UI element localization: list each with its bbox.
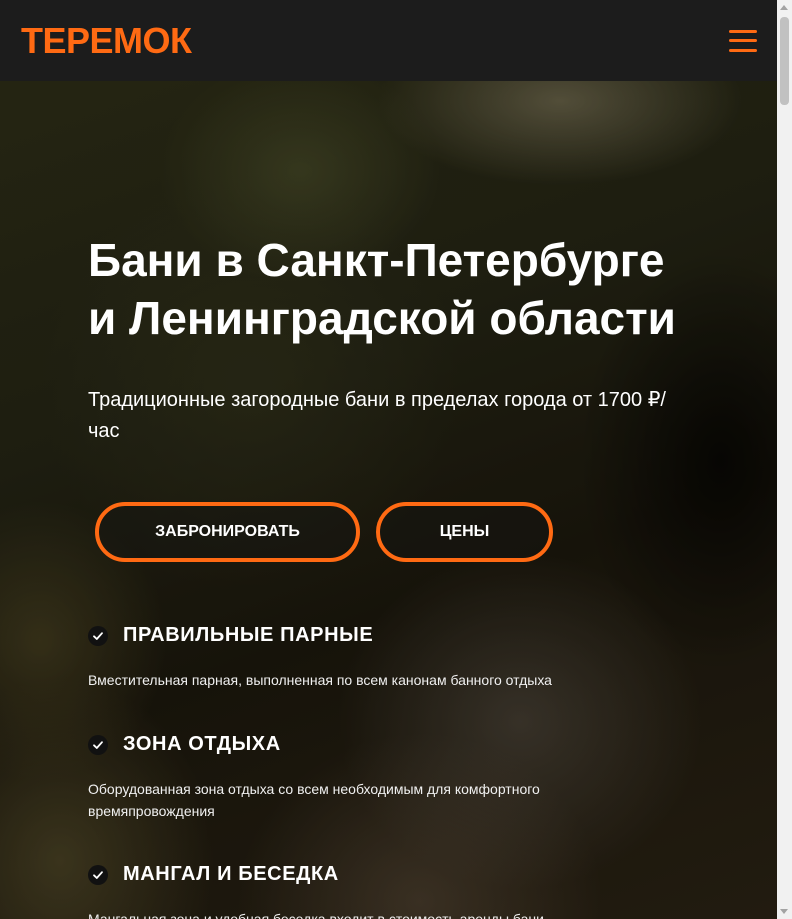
page-scrollbar[interactable] (777, 0, 792, 919)
site-header: ТЕРЕМОК (0, 0, 777, 81)
feature-item: ЗОНА ОТДЫХА Оборудованная зона отдыха со… (88, 733, 648, 822)
feature-description: Вместительная парная, выполненная по все… (88, 672, 552, 688)
scroll-up-arrow-icon[interactable] (780, 5, 788, 10)
scroll-down-arrow-icon[interactable] (780, 909, 788, 914)
menu-line (729, 48, 757, 52)
site-logo[interactable]: ТЕРЕМОК (21, 20, 192, 62)
feature-title: МАНГАЛ И БЕСЕДКА (123, 863, 339, 885)
check-icon (88, 734, 108, 755)
feature-title: ПРАВИЛЬНЫЕ ПАРНЫЕ (123, 624, 374, 646)
menu-line (729, 39, 757, 42)
feature-description: Оборудованная зона отдыха со всем необхо… (88, 781, 540, 819)
feature-title: ЗОНА ОТДЫХА (123, 733, 281, 755)
menu-line (729, 29, 757, 33)
feature-item: ПРАВИЛЬНЫЕ ПАРНЫЕ Вместительная парная, … (88, 624, 648, 691)
scrollbar-thumb[interactable] (780, 17, 789, 105)
prices-button[interactable]: ЦЕНЫ (376, 502, 553, 562)
feature-header: ПРАВИЛЬНЫЕ ПАРНЫЕ (88, 624, 648, 647)
hero-title: Бани в Санкт-Петербурге и Ленинградской … (88, 231, 728, 347)
feature-header: МАНГАЛ И БЕСЕДКА (88, 863, 648, 886)
hero-title-line-2: и Ленинградской области (88, 292, 676, 344)
hero-section: Бани в Санкт-Петербурге и Ленинградской … (0, 81, 777, 919)
feature-header: ЗОНА ОТДЫХА (88, 733, 648, 756)
feature-item: МАНГАЛ И БЕСЕДКА Мангальная зона и удобн… (88, 863, 648, 919)
hero-title-line-1: Бани в Санкт-Петербурге (88, 234, 665, 286)
book-button[interactable]: ЗАБРОНИРОВАТЬ (95, 502, 360, 562)
hero-subtitle: Традиционные загородные бани в пределах … (88, 389, 666, 442)
feature-description: Мангальная зона и удобная беседка входит… (88, 911, 544, 919)
check-icon (88, 625, 108, 646)
hamburger-menu-icon[interactable] (729, 29, 757, 52)
check-icon (88, 864, 108, 885)
